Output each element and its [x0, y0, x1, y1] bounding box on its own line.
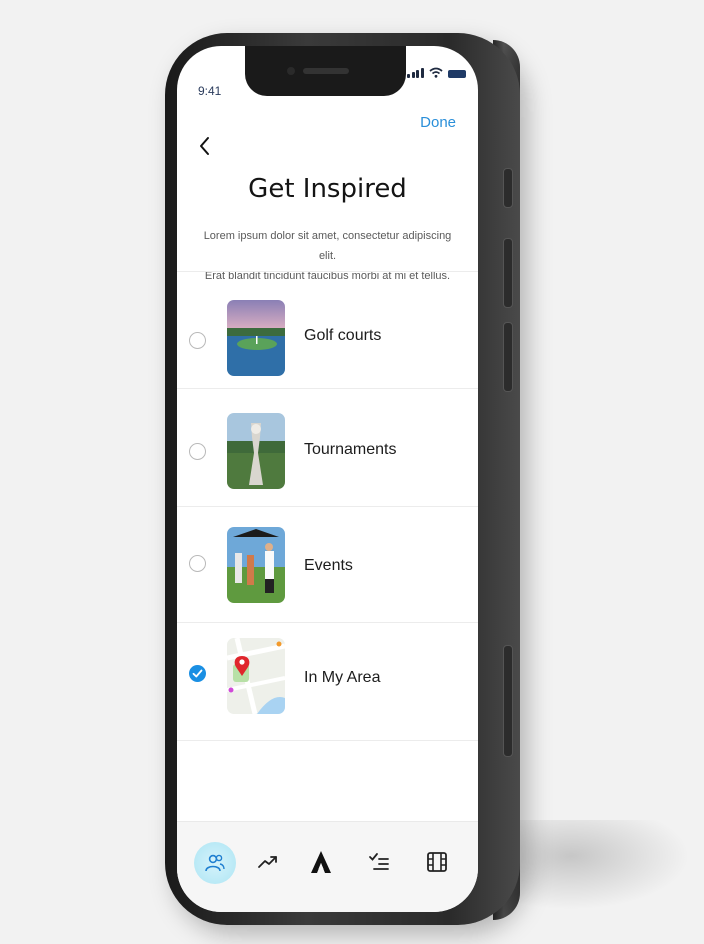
- checklist-icon: [369, 853, 389, 870]
- golf-event-photo: [227, 527, 285, 603]
- trending-up-icon: [258, 856, 277, 868]
- option-row-events[interactable]: Events: [177, 507, 478, 619]
- radio-button[interactable]: [189, 443, 206, 460]
- phone-shadow: [520, 820, 690, 910]
- app-logo-icon: [311, 851, 331, 873]
- tab-bar: [177, 821, 478, 912]
- done-button[interactable]: Done: [420, 114, 456, 131]
- tab-people[interactable]: [194, 842, 236, 884]
- radio-button[interactable]: [189, 555, 206, 572]
- tab-media[interactable]: [415, 840, 459, 884]
- side-button-1: [503, 168, 513, 208]
- option-row-golf-courts[interactable]: Golf courts: [177, 272, 478, 384]
- status-time: 9:41: [198, 84, 222, 98]
- battery-icon: [447, 70, 466, 78]
- checkmark-icon: [192, 669, 203, 678]
- wifi-icon: [428, 67, 443, 78]
- option-label: Golf courts: [304, 327, 382, 344]
- tab-trending[interactable]: [246, 840, 290, 884]
- film-icon: [427, 852, 447, 872]
- chevron-left-icon[interactable]: [197, 136, 213, 156]
- map-pin-illustration: [227, 638, 285, 714]
- option-label: In My Area: [304, 669, 381, 686]
- radio-button-checked[interactable]: [189, 665, 206, 682]
- status-icons: [407, 62, 467, 78]
- description-line-1: Lorem ipsum dolor sit amet, consectetur …: [203, 230, 452, 262]
- page-title: Get Inspired: [248, 174, 407, 204]
- side-button-3: [503, 322, 513, 392]
- tab-home[interactable]: [299, 840, 343, 884]
- radio-button[interactable]: [189, 332, 206, 349]
- camera: [287, 67, 295, 75]
- signal-icon: [407, 68, 424, 78]
- notch: [245, 46, 406, 96]
- side-button-4: [503, 645, 513, 757]
- option-label: Events: [304, 557, 353, 574]
- option-row-in-my-area[interactable]: In My Area: [177, 623, 478, 735]
- people-icon: [205, 854, 225, 872]
- divider: [177, 740, 478, 741]
- phone-screen: 9:41 Done Get Inspired Lorem ipsum dolor…: [177, 46, 478, 912]
- golf-course-photo: [227, 300, 285, 376]
- trophy-photo: [227, 413, 285, 489]
- side-button-2: [503, 238, 513, 308]
- option-label: Tournaments: [304, 441, 397, 458]
- speaker: [303, 68, 349, 74]
- tab-checklist[interactable]: [357, 840, 401, 884]
- option-row-tournaments[interactable]: Tournaments: [177, 389, 478, 501]
